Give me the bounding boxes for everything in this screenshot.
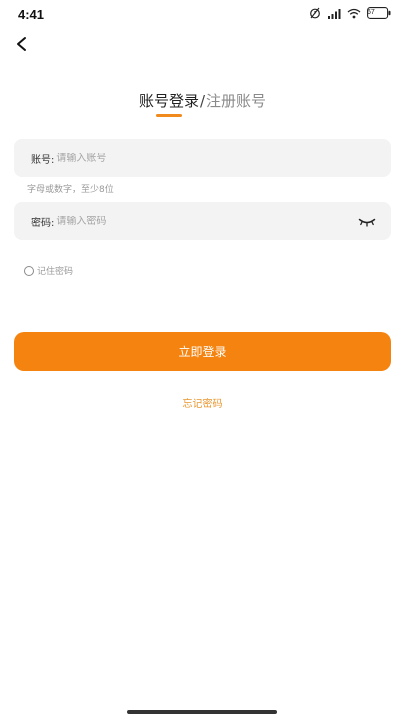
status-time: 4:41	[18, 7, 45, 22]
tab-login-label: 账号登录	[138, 92, 199, 110]
wifi-icon	[347, 8, 361, 19]
account-input[interactable]	[56, 152, 377, 164]
active-tab-indicator	[155, 114, 182, 117]
tab-register-label: 注册账号	[206, 92, 267, 110]
password-visibility-toggle[interactable]	[357, 214, 377, 228]
chevron-left-icon	[15, 36, 29, 56]
back-button[interactable]	[10, 34, 34, 58]
status-icons: 67	[309, 7, 391, 19]
home-indicator[interactable]	[127, 710, 277, 714]
remember-label: 记住密码	[37, 267, 74, 277]
alarm-icon	[309, 7, 321, 19]
eye-closed-icon	[358, 212, 376, 231]
tab-separator: /	[199, 92, 206, 110]
tab-register[interactable]: 注册账号	[206, 90, 266, 111]
login-button[interactable]: 立即登录	[14, 332, 391, 371]
tab-login[interactable]: 账号登录	[138, 90, 199, 117]
battery-level-text: 67	[367, 9, 375, 16]
account-field: 账号:	[14, 139, 391, 177]
status-bar: 4:41 67	[0, 0, 405, 28]
auth-tabs: 账号登录 / 注册账号	[0, 90, 405, 117]
account-label: 账号:	[31, 154, 55, 166]
forgot-password-link[interactable]: 忘记密码	[0, 395, 405, 410]
account-hint: 字母或数字，至少8位	[27, 185, 114, 195]
battery-icon: 67	[367, 7, 391, 19]
remember-radio[interactable]	[24, 265, 34, 276]
password-field: 密码:	[14, 202, 391, 240]
remember-password[interactable]: 记住密码	[24, 264, 73, 277]
signal-icon	[327, 8, 341, 19]
password-input[interactable]	[56, 215, 357, 227]
password-label: 密码:	[31, 217, 55, 229]
